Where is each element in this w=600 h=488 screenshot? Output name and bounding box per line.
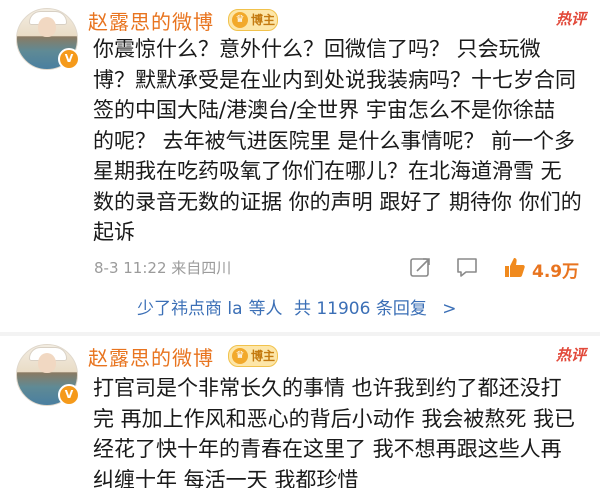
author-badge: ♛ 博主 bbox=[228, 345, 278, 367]
crown-icon: ♛ bbox=[232, 12, 248, 28]
verified-icon: V bbox=[58, 384, 80, 406]
chevron-right-icon: > bbox=[442, 299, 457, 319]
comment-meta: 8-3 11:22 来自四川 bbox=[94, 257, 231, 278]
reply-users: 少了祎点商 la bbox=[137, 299, 243, 319]
avatar-face bbox=[38, 17, 56, 37]
author-badge-label: 博主 bbox=[251, 349, 276, 363]
comment-time: 8-3 11:22 bbox=[94, 259, 167, 277]
author-name[interactable]: 赵露思的微博 bbox=[88, 342, 214, 371]
author-badge: ♛ 博主 bbox=[228, 9, 278, 31]
view-replies-link[interactable]: 少了祎点商 la 等人 共 11906 条回复 > bbox=[137, 294, 463, 319]
verified-icon: V bbox=[58, 48, 80, 70]
comment-text: 你震惊什么？意外什么？回微信了吗？ 只会玩微 博？默默承受是在业内到处说我装病吗… bbox=[93, 37, 582, 244]
comment-source: 来自四川 bbox=[171, 259, 232, 277]
thumbs-up-icon[interactable] bbox=[503, 256, 527, 278]
author-name[interactable]: 赵露思的微博 bbox=[88, 6, 214, 35]
reply-count: 共 11906 条回复 bbox=[293, 299, 427, 319]
comment-card: V 赵露思的微博 ♛ 博主 热评 你震惊什么？意外什么？回微信了吗？ 只会玩微 … bbox=[0, 0, 600, 330]
hot-comment-label: 热评 bbox=[555, 346, 586, 364]
comment-icon[interactable] bbox=[455, 256, 479, 278]
avatar-face bbox=[38, 353, 56, 373]
share-icon[interactable] bbox=[409, 256, 433, 278]
author-badge-label: 博主 bbox=[251, 13, 276, 27]
comment-text: 打官司是个非常长久的事情 也许我到约了都还没打 完 再加上作风和恶心的背后小动作… bbox=[93, 376, 576, 488]
hot-comment-label: 热评 bbox=[555, 10, 586, 28]
reply-users-suffix: 等人 bbox=[248, 299, 283, 319]
crown-icon: ♛ bbox=[232, 348, 248, 364]
comment-card: V 赵露思的微博 ♛ 博主 热评 打官司是个非常长久的事情 也许我到约了都还没打… bbox=[0, 336, 600, 488]
like-count: 4.9万 bbox=[532, 262, 580, 282]
